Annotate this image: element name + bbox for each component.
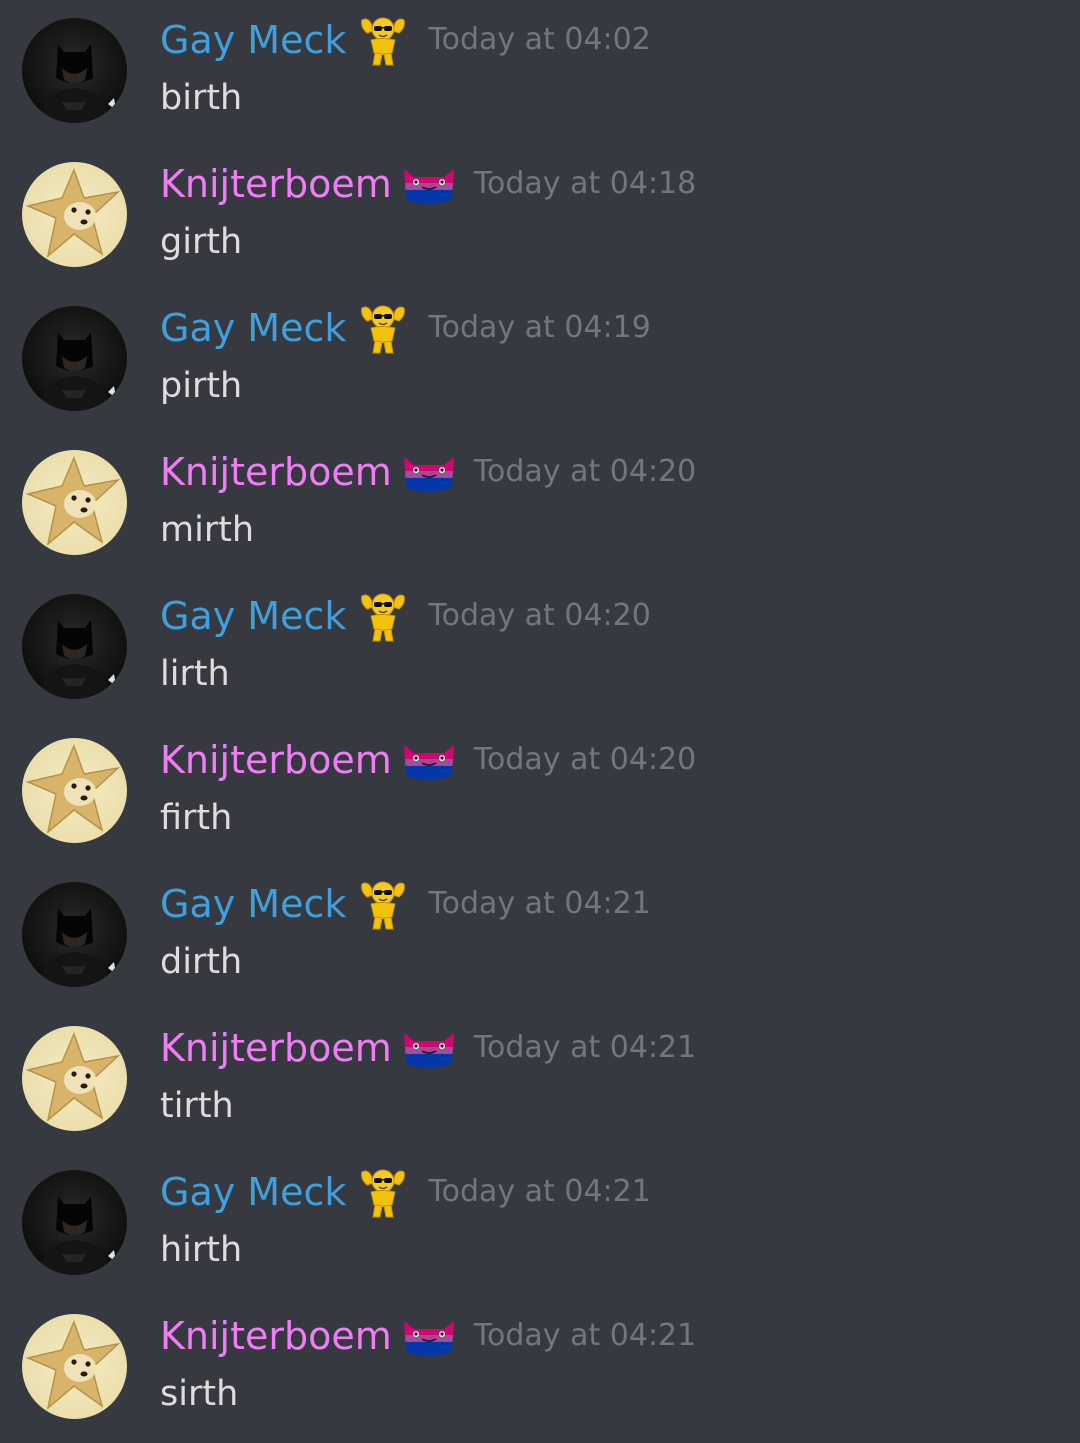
message-header: Gay Meck Today at 04:21 bbox=[160, 872, 651, 936]
message-header: Knijterboem Today at 04:20 bbox=[160, 728, 696, 792]
message-header: Gay Meck Today at 04:20 bbox=[160, 584, 651, 648]
star-doge-avatar-icon[interactable] bbox=[22, 738, 127, 843]
muscular-sunglasses-emoji-icon bbox=[356, 13, 410, 67]
message-timestamp: Today at 04:18 bbox=[473, 166, 697, 201]
message-content: birth bbox=[160, 78, 243, 118]
message-header: Knijterboem Today at 04:20 bbox=[160, 440, 696, 504]
username[interactable]: Gay Meck bbox=[160, 1160, 346, 1224]
chat-message-list: Gay Meck Today at 04:02 birth Knijterboe… bbox=[0, 0, 1080, 1443]
batman-avatar-icon[interactable] bbox=[22, 18, 127, 123]
message-item: Knijterboem Today at 04:21 tirth bbox=[0, 1008, 1080, 1152]
message-item: Knijterboem Today at 04:18 girth bbox=[0, 144, 1080, 288]
bi-flag-cat-icon bbox=[402, 445, 456, 499]
muscular-sunglasses-emoji-icon bbox=[356, 1165, 410, 1219]
message-timestamp: Today at 04:21 bbox=[473, 1318, 697, 1353]
message-item: Gay Meck Today at 04:21 hirth bbox=[0, 1152, 1080, 1296]
message-content: tirth bbox=[160, 1086, 234, 1126]
muscular-sunglasses-emoji-icon bbox=[356, 589, 410, 643]
message-item: Gay Meck Today at 04:02 birth bbox=[0, 0, 1080, 144]
bi-flag-cat-icon bbox=[402, 1021, 456, 1075]
batman-avatar-icon[interactable] bbox=[22, 306, 127, 411]
bi-flag-cat-icon bbox=[402, 157, 456, 211]
message-timestamp: Today at 04:21 bbox=[428, 1174, 651, 1209]
message-content: hirth bbox=[160, 1230, 243, 1270]
message-timestamp: Today at 04:21 bbox=[428, 886, 651, 921]
message-header: Gay Meck Today at 04:02 bbox=[160, 8, 651, 72]
username[interactable]: Knijterboem bbox=[160, 152, 392, 216]
star-doge-avatar-icon[interactable] bbox=[22, 162, 127, 267]
username[interactable]: Knijterboem bbox=[160, 728, 392, 792]
message-header: Knijterboem Today at 04:21 bbox=[160, 1304, 696, 1368]
username[interactable]: Knijterboem bbox=[160, 1304, 392, 1368]
star-doge-avatar-icon[interactable] bbox=[22, 1314, 127, 1419]
username[interactable]: Gay Meck bbox=[160, 296, 346, 360]
message-item: Knijterboem Today at 04:20 firth bbox=[0, 720, 1080, 864]
message-item: Gay Meck Today at 04:20 lirth bbox=[0, 576, 1080, 720]
message-content: sirth bbox=[160, 1374, 239, 1414]
username[interactable]: Gay Meck bbox=[160, 872, 346, 936]
message-content: pirth bbox=[160, 366, 243, 406]
bi-flag-cat-icon bbox=[402, 733, 456, 787]
message-timestamp: Today at 04:21 bbox=[473, 1030, 697, 1065]
bi-flag-cat-icon bbox=[402, 1309, 456, 1363]
message-timestamp: Today at 04:19 bbox=[428, 310, 651, 345]
message-header: Knijterboem Today at 04:18 bbox=[160, 152, 696, 216]
message-content: girth bbox=[160, 222, 243, 262]
message-header: Gay Meck Today at 04:21 bbox=[160, 1160, 651, 1224]
star-doge-avatar-icon[interactable] bbox=[22, 1026, 127, 1131]
message-item: Knijterboem Today at 04:21 sirth bbox=[0, 1296, 1080, 1440]
batman-avatar-icon[interactable] bbox=[22, 594, 127, 699]
message-content: firth bbox=[160, 798, 233, 838]
message-timestamp: Today at 04:20 bbox=[473, 454, 697, 489]
muscular-sunglasses-emoji-icon bbox=[356, 301, 410, 355]
message-content: mirth bbox=[160, 510, 255, 550]
username[interactable]: Knijterboem bbox=[160, 440, 392, 504]
message-item: Knijterboem Today at 04:20 mirth bbox=[0, 432, 1080, 576]
message-timestamp: Today at 04:20 bbox=[428, 598, 651, 633]
message-content: dirth bbox=[160, 942, 243, 982]
message-header: Gay Meck Today at 04:19 bbox=[160, 296, 651, 360]
batman-avatar-icon[interactable] bbox=[22, 1170, 127, 1275]
message-timestamp: Today at 04:20 bbox=[473, 742, 697, 777]
message-header: Knijterboem Today at 04:21 bbox=[160, 1016, 696, 1080]
message-content: lirth bbox=[160, 654, 230, 694]
username[interactable]: Knijterboem bbox=[160, 1016, 392, 1080]
message-timestamp: Today at 04:02 bbox=[428, 22, 651, 57]
batman-avatar-icon[interactable] bbox=[22, 882, 127, 987]
message-item: Gay Meck Today at 04:21 dirth bbox=[0, 864, 1080, 1008]
username[interactable]: Gay Meck bbox=[160, 8, 346, 72]
username[interactable]: Gay Meck bbox=[160, 584, 346, 648]
message-item: Gay Meck Today at 04:19 pirth bbox=[0, 288, 1080, 432]
muscular-sunglasses-emoji-icon bbox=[356, 877, 410, 931]
star-doge-avatar-icon[interactable] bbox=[22, 450, 127, 555]
